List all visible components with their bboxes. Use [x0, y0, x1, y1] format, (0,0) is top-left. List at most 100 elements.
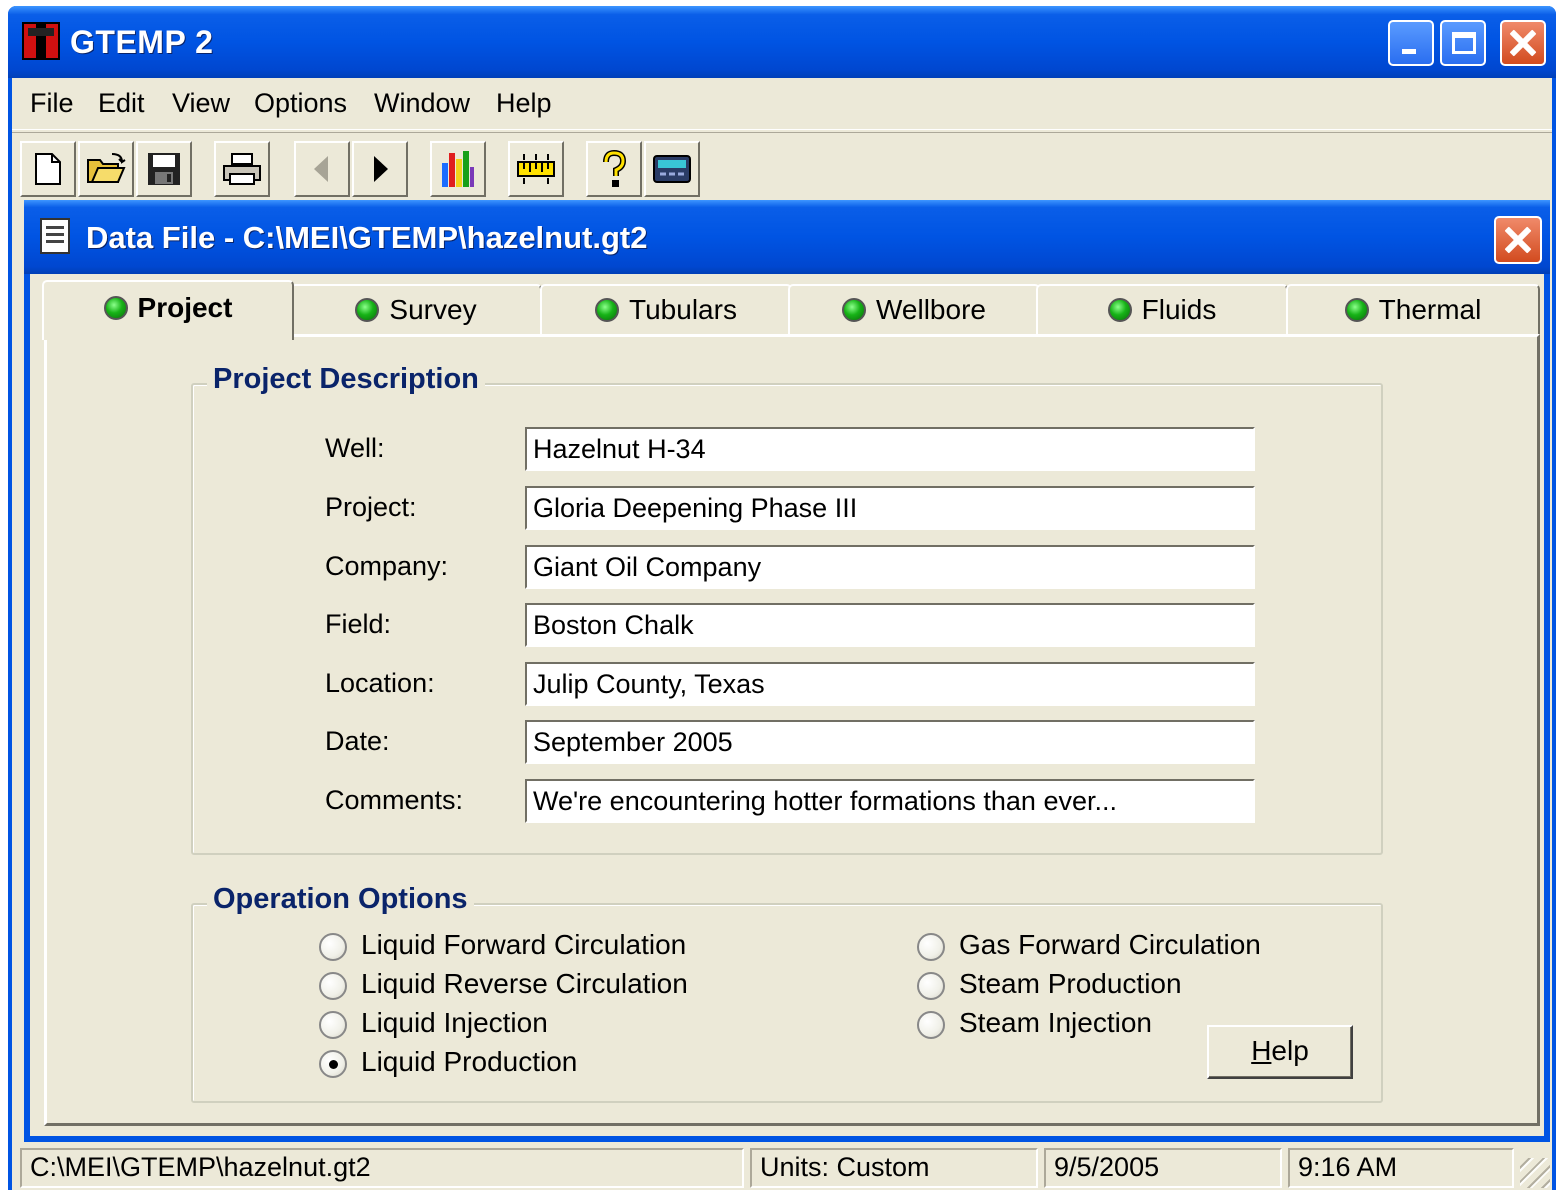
well-label: Well:	[325, 433, 385, 463]
field-label: Field:	[325, 609, 392, 639]
menu-window[interactable]: Window	[374, 88, 470, 119]
radio-label: Gas Forward Circulation	[959, 929, 1261, 960]
status-path: C:\MEI\GTEMP\hazelnut.gt2	[20, 1148, 744, 1188]
app-title: GTEMP 2	[70, 24, 214, 60]
help-icon	[603, 150, 627, 187]
project-description-legend: Project Description	[207, 363, 485, 396]
comments-field[interactable]	[525, 779, 1255, 823]
tab-label: Tubulars	[629, 294, 737, 325]
menu-view[interactable]: View	[172, 88, 230, 119]
forward-arrow-icon	[374, 156, 388, 182]
radio-button[interactable]	[319, 972, 347, 1000]
tab-wellbore[interactable]: Wellbore	[788, 284, 1040, 336]
data-file-title: Data File - C:\MEI\GTEMP\hazelnut.gt2	[86, 220, 648, 255]
radio-label: Steam Injection	[959, 1007, 1152, 1038]
tab-label: Fluids	[1141, 294, 1217, 325]
calculator-button[interactable]	[644, 141, 700, 197]
project-tab-panel: Project Description Well: Project: Compa…	[44, 334, 1540, 1126]
status-led-icon	[842, 298, 866, 322]
tab-thermal[interactable]: Thermal	[1286, 284, 1540, 336]
save-icon	[148, 153, 180, 185]
minimize-icon	[1402, 49, 1416, 54]
radio-label: Liquid Injection	[361, 1007, 548, 1038]
app-logo-icon	[22, 22, 60, 60]
back-arrow-icon	[314, 156, 328, 182]
toolbar	[12, 132, 1552, 202]
new-button[interactable]	[20, 141, 76, 197]
status-date: 9/5/2005	[1044, 1148, 1282, 1188]
chart-button[interactable]	[430, 141, 486, 197]
radio-button[interactable]	[917, 972, 945, 1000]
operation-options-legend: Operation Options	[207, 883, 474, 916]
radio-label: Liquid Reverse Circulation	[361, 968, 688, 999]
help-button[interactable]: Help	[1207, 1025, 1353, 1079]
company-label: Company:	[325, 551, 449, 581]
status-led-icon	[1107, 298, 1132, 322]
open-icon	[87, 153, 126, 183]
radio-label: Liquid Production	[361, 1046, 578, 1077]
help-tool-button[interactable]	[586, 141, 642, 197]
project-description-group: Project Description Well: Project: Compa…	[191, 363, 1383, 855]
well-field[interactable]	[525, 427, 1255, 471]
close-button[interactable]	[1500, 20, 1546, 66]
radio-button[interactable]	[917, 933, 945, 961]
statusbar: C:\MEI\GTEMP\hazelnut.gt2 Units: Custom …	[12, 1144, 1552, 1190]
radio-label: Liquid Forward Circulation	[361, 929, 687, 960]
menubar: File Edit View Options Window Help	[12, 78, 1552, 130]
project-label: Project:	[325, 492, 417, 522]
tab-label: Survey	[389, 294, 477, 325]
save-button[interactable]	[136, 141, 192, 197]
tab-tubulars[interactable]: Tubulars	[540, 284, 792, 336]
minimize-button[interactable]	[1388, 20, 1434, 66]
forward-button[interactable]	[352, 141, 408, 197]
data-file-close-button[interactable]	[1494, 216, 1542, 264]
field-field[interactable]	[525, 603, 1255, 647]
help-label: elp	[1271, 1035, 1309, 1066]
app-window: GTEMP 2 File Edit View Options Window He…	[8, 6, 1556, 1190]
radio-button[interactable]	[917, 1011, 945, 1039]
date-field[interactable]	[525, 720, 1255, 764]
company-field[interactable]	[525, 545, 1255, 589]
document-icon	[40, 218, 70, 254]
comments-label: Comments:	[325, 785, 464, 815]
resize-grip-icon[interactable]	[1520, 1158, 1550, 1188]
close-icon	[1504, 226, 1532, 254]
data-file-window: Data File - C:\MEI\GTEMP\hazelnut.gt2 Pr…	[24, 200, 1550, 1142]
app-titlebar[interactable]: GTEMP 2	[8, 6, 1556, 78]
ruler-button[interactable]	[508, 141, 564, 197]
radio-label: Steam Production	[959, 968, 1182, 999]
project-field[interactable]	[525, 486, 1255, 530]
radio-button[interactable]	[319, 1011, 347, 1039]
date-label: Date:	[325, 726, 390, 756]
tab-label: Project	[137, 292, 233, 323]
maximize-button[interactable]	[1440, 20, 1486, 66]
maximize-icon	[1452, 32, 1476, 54]
status-led-icon	[355, 298, 380, 322]
calculator-icon	[653, 155, 691, 183]
menu-file[interactable]: File	[30, 88, 74, 119]
help-mnemonic: H	[1251, 1035, 1272, 1066]
menu-options[interactable]: Options	[254, 88, 347, 119]
menu-help[interactable]: Help	[496, 88, 552, 119]
location-field[interactable]	[525, 662, 1255, 706]
status-time: 9:16 AM	[1288, 1148, 1514, 1188]
radio-button-selected[interactable]	[319, 1050, 347, 1078]
tab-label: Wellbore	[876, 294, 986, 325]
data-file-titlebar[interactable]: Data File - C:\MEI\GTEMP\hazelnut.gt2	[24, 200, 1550, 274]
chart-icon	[442, 151, 474, 187]
tab-label: Thermal	[1378, 294, 1482, 325]
print-icon	[223, 153, 261, 185]
tab-survey[interactable]: Survey	[290, 284, 542, 336]
new-icon	[35, 153, 61, 185]
tab-project[interactable]: Project	[42, 280, 294, 340]
back-button[interactable]	[294, 141, 350, 197]
location-label: Location:	[325, 668, 435, 698]
print-button[interactable]	[214, 141, 270, 197]
tab-fluids[interactable]: Fluids	[1036, 284, 1288, 336]
ruler-icon	[517, 154, 555, 184]
radio-button[interactable]	[319, 933, 347, 961]
menu-edit[interactable]: Edit	[98, 88, 145, 119]
close-icon	[1509, 29, 1537, 57]
operation-options-group: Operation Options Liquid Forward Circula…	[191, 883, 1383, 1103]
open-button[interactable]	[78, 141, 134, 197]
